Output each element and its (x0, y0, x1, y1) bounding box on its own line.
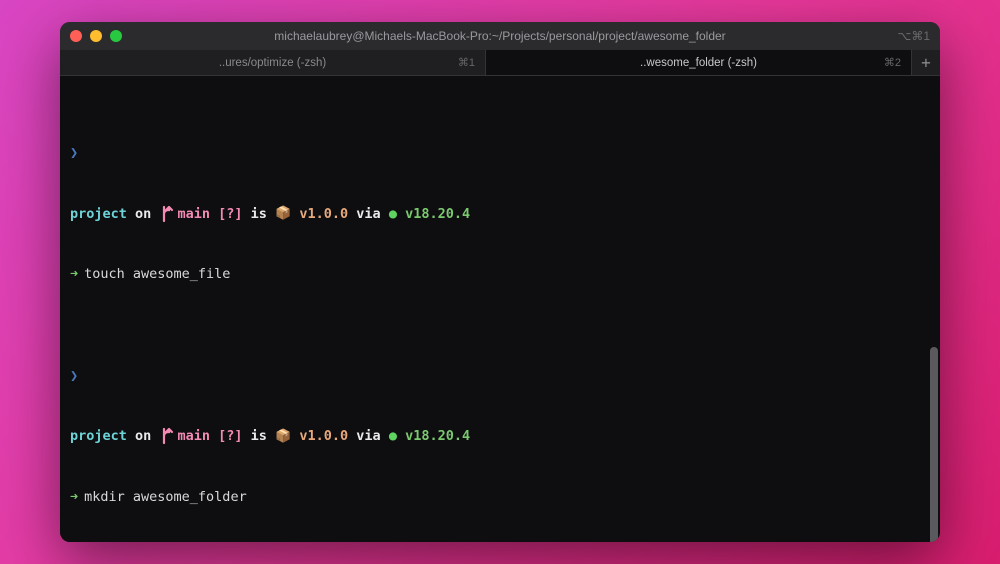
terminal-window: michaelaubrey@Michaels-MacBook-Pro:~/Pro… (60, 22, 940, 542)
scrollbar-thumb[interactable] (930, 347, 938, 543)
node-version: v18.20.4 (405, 204, 470, 224)
command-line: ➜ mkdir awesome_folder (70, 487, 930, 507)
package-version: v1.0.0 (299, 204, 348, 224)
package-icon: 📦 (275, 204, 291, 224)
minimize-button[interactable] (90, 30, 102, 42)
tab-hotkey: ⌘1 (458, 56, 475, 69)
node-icon: ● (389, 204, 397, 224)
prompt-line: project on main [?] is 📦 v1.0.0 via ● v1… (70, 204, 930, 224)
window-title: michaelaubrey@Michaels-MacBook-Pro:~/Pro… (60, 29, 940, 43)
command-line: ➜ touch awesome_file (70, 264, 930, 284)
tab-label: ..wesome_folder (-zsh) (640, 57, 757, 69)
tab-label: ..ures/optimize (-zsh) (219, 57, 326, 69)
close-button[interactable] (70, 30, 82, 42)
command-text: touch awesome_file (84, 264, 230, 284)
traffic-lights (70, 30, 122, 42)
tab-bar: ..ures/optimize (-zsh) ⌘1 ..wesome_folde… (60, 50, 940, 76)
prompt-arrow: ➜ (70, 264, 78, 284)
new-tab-button[interactable]: + (912, 50, 940, 75)
scrollbar[interactable] (930, 306, 938, 534)
tab-1[interactable]: ..ures/optimize (-zsh) ⌘1 (60, 50, 486, 75)
maximize-button[interactable] (110, 30, 122, 42)
git-branch: main (177, 204, 210, 224)
git-branch-icon (161, 427, 175, 445)
prompt-line: project on main [?] is 📦 v1.0.0 via ● v1… (70, 426, 930, 446)
prompt-caret: ❯ (70, 143, 78, 163)
prompt-path: project (70, 204, 127, 224)
terminal-body[interactable]: ❯ project on main [?] is 📦 v1.0.0 via ● … (60, 76, 940, 542)
git-branch-icon (161, 205, 175, 223)
titlebar-hotkey: ⌥⌘1 (897, 29, 930, 43)
titlebar: michaelaubrey@Michaels-MacBook-Pro:~/Pro… (60, 22, 940, 50)
tab-hotkey: ⌘2 (884, 56, 901, 69)
tab-2[interactable]: ..wesome_folder (-zsh) ⌘2 (486, 50, 912, 75)
